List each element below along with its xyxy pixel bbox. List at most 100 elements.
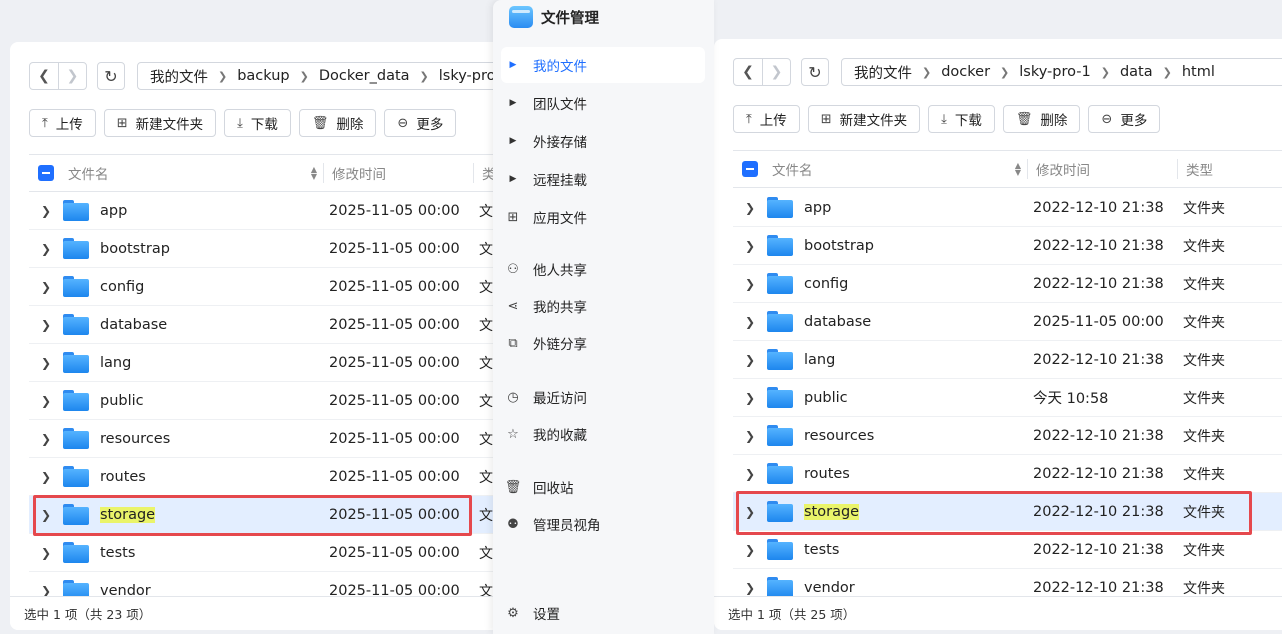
sidebar-item[interactable]: ▶ 我的文件 (501, 47, 705, 83)
chevron-right-icon[interactable]: ❯ (733, 391, 767, 405)
chevron-right-icon[interactable]: ❯ (733, 315, 767, 329)
table-row[interactable]: ❯ bootstrap 2025-11-05 00:00 文 (29, 230, 510, 268)
table-row[interactable]: ❯ routes 2022-12-10 21:38 文件夹 (733, 455, 1282, 493)
file-type: 文 (479, 431, 493, 448)
sidebar-item[interactable]: ⚉ 管理员视角 (501, 506, 705, 542)
chevron-right-icon[interactable]: ❯ (29, 242, 63, 256)
chevron-right-icon[interactable]: ❯ (733, 543, 767, 557)
sidebar-item[interactable]: ⊞ 应用文件 (501, 199, 705, 235)
table-row[interactable]: ❯ database 2025-11-05 00:00 文件夹 (733, 303, 1282, 341)
sidebar-item[interactable]: ⧉ 外链分享 (501, 325, 705, 361)
table-row[interactable]: ❯ app 2022-12-10 21:38 文件夹 (733, 189, 1282, 227)
chevron-right-icon[interactable]: ❯ (733, 353, 767, 367)
clock-icon: ◷ (507, 389, 519, 405)
select-all-checkbox[interactable] (742, 161, 758, 177)
table-row[interactable]: ❯ tests 2022-12-10 21:38 文件夹 (733, 531, 1282, 569)
delete-button[interactable]: 🗑 删除 (1002, 105, 1081, 133)
chevron-right-icon[interactable]: ❯ (29, 432, 63, 446)
column-name[interactable]: 文件名 ▲ ▼ (772, 159, 1028, 179)
chevron-right-icon[interactable]: ❯ (29, 508, 63, 522)
sidebar-item-settings[interactable]: ⚙ 设置 (501, 595, 705, 631)
table-row[interactable]: ❯ public 今天 10:58 文件夹 (733, 379, 1282, 417)
file-name: tests (100, 544, 136, 561)
table-row[interactable]: ❯ routes 2025-11-05 00:00 文 (29, 458, 510, 496)
column-type[interactable]: 类型 (1178, 159, 1213, 179)
column-modified[interactable]: 修改时间 (324, 163, 474, 183)
chevron-right-icon[interactable]: ❯ (29, 280, 63, 294)
new-folder-button[interactable]: ⊞ 新建文件夹 (103, 109, 217, 137)
chevron-right-icon[interactable]: ❯ (733, 201, 767, 215)
chevron-right-icon[interactable]: ❯ (29, 470, 63, 484)
chevron-right-icon[interactable]: ❯ (29, 546, 63, 560)
sidebar-item[interactable]: ▶ 远程挂载 (501, 161, 705, 197)
file-type: 文件夹 (1183, 428, 1225, 445)
breadcrumb-item[interactable]: data (1120, 64, 1153, 80)
refresh-button[interactable]: ↻ (801, 58, 829, 86)
table-row[interactable]: ❯ storage 2022-12-10 21:38 文件夹 (733, 493, 1282, 531)
file-name: database (804, 313, 872, 330)
breadcrumb-item[interactable]: 我的文件 (854, 62, 912, 83)
folder-icon (767, 349, 793, 370)
refresh-icon: ↻ (104, 66, 118, 86)
back-button[interactable]: ❮ (30, 63, 58, 89)
breadcrumb[interactable]: 我的文件 ❯ backup ❯ Docker_data ❯ lsky-pro (137, 62, 510, 90)
sidebar-item[interactable]: ▶ 团队文件 (501, 85, 705, 121)
chevron-right-icon[interactable]: ❯ (29, 394, 63, 408)
column-name[interactable]: 文件名 ▲ ▼ (68, 163, 324, 183)
back-button[interactable]: ❮ (734, 59, 762, 85)
table-row[interactable]: ❯ tests 2025-11-05 00:00 文 (29, 534, 510, 572)
file-name: config (100, 278, 145, 295)
sidebar: 文件管理 ▶ 我的文件 ▶ 团队文件 ▶ 外接存储 ▶ 远程挂载 ⊞ 应用文件 ⚇ 他人共享 ⋖ 我的共享… (493, 0, 714, 634)
table-row[interactable]: ❯ bootstrap 2022-12-10 21:38 文件夹 (733, 227, 1282, 265)
select-all-checkbox[interactable] (38, 165, 54, 181)
more-button[interactable]: ⊖ 更多 (1088, 105, 1161, 133)
chevron-right-icon[interactable]: ❯ (29, 204, 63, 218)
sidebar-item[interactable]: ◷ 最近访问 (501, 379, 705, 415)
folder-icon (63, 200, 89, 221)
table-row[interactable]: ❯ storage 2025-11-05 00:00 文 (29, 496, 510, 534)
chevron-right-icon[interactable]: ❯ (733, 239, 767, 253)
chevron-right-icon[interactable]: ❯ (733, 467, 767, 481)
download-button[interactable]: ⤓ 下载 (928, 105, 995, 133)
chevron-right-icon[interactable]: ❯ (733, 505, 767, 519)
breadcrumb-item[interactable]: backup (237, 68, 289, 84)
chevron-right-icon[interactable]: ❯ (733, 277, 767, 291)
refresh-button[interactable]: ↻ (97, 62, 125, 90)
new-folder-button[interactable]: ⊞ 新建文件夹 (807, 105, 921, 133)
sidebar-item[interactable]: 🗑 回收站 (501, 469, 705, 505)
chevron-right-icon[interactable]: ❯ (29, 318, 63, 332)
sidebar-item[interactable]: ⚇ 他人共享 (501, 251, 705, 287)
upload-button[interactable]: ⤒ 上传 (29, 109, 96, 137)
breadcrumb-item[interactable]: lsky-pro (439, 68, 496, 84)
breadcrumb[interactable]: 我的文件 ❯ docker ❯ lsky-pro-1 ❯ data ❯ html (841, 58, 1282, 86)
breadcrumb-item[interactable]: html (1182, 64, 1215, 80)
sidebar-item[interactable]: ☆ 我的收藏 (501, 416, 705, 452)
breadcrumb-item[interactable]: 我的文件 (150, 66, 208, 87)
table-row[interactable]: ❯ app 2025-11-05 00:00 文 (29, 192, 510, 230)
table-row[interactable]: ❯ public 2025-11-05 00:00 文 (29, 382, 510, 420)
forward-button[interactable]: ❯ (58, 63, 86, 89)
table-row[interactable]: ❯ config 2025-11-05 00:00 文 (29, 268, 510, 306)
breadcrumb-item[interactable]: lsky-pro-1 (1019, 64, 1090, 80)
breadcrumb-item[interactable]: docker (941, 64, 990, 80)
column-modified[interactable]: 修改时间 (1028, 159, 1178, 179)
table-row[interactable]: ❯ config 2022-12-10 21:38 文件夹 (733, 265, 1282, 303)
sidebar-item[interactable]: ▶ 外接存储 (501, 123, 705, 159)
upload-button[interactable]: ⤒ 上传 (733, 105, 800, 133)
chevron-right-icon[interactable]: ❯ (29, 356, 63, 370)
chevron-right-icon[interactable]: ❯ (733, 581, 767, 595)
chevron-right-icon[interactable]: ❯ (733, 429, 767, 443)
delete-button[interactable]: 🗑 删除 (298, 109, 377, 137)
forward-button[interactable]: ❯ (762, 59, 790, 85)
table-row[interactable]: ❯ resources 2022-12-10 21:38 文件夹 (733, 417, 1282, 455)
more-button[interactable]: ⊖ 更多 (384, 109, 457, 137)
table-row[interactable]: ❯ lang 2025-11-05 00:00 文 (29, 344, 510, 382)
table-row[interactable]: ❯ resources 2025-11-05 00:00 文 (29, 420, 510, 458)
breadcrumb-item[interactable]: Docker_data (319, 68, 410, 84)
folder-icon (63, 466, 89, 487)
sidebar-item[interactable]: ⋖ 我的共享 (501, 288, 705, 324)
download-button[interactable]: ⤓ 下载 (224, 109, 291, 137)
table-row[interactable]: ❯ database 2025-11-05 00:00 文 (29, 306, 510, 344)
nav-history: ❮ ❯ (733, 58, 791, 86)
table-row[interactable]: ❯ lang 2022-12-10 21:38 文件夹 (733, 341, 1282, 379)
